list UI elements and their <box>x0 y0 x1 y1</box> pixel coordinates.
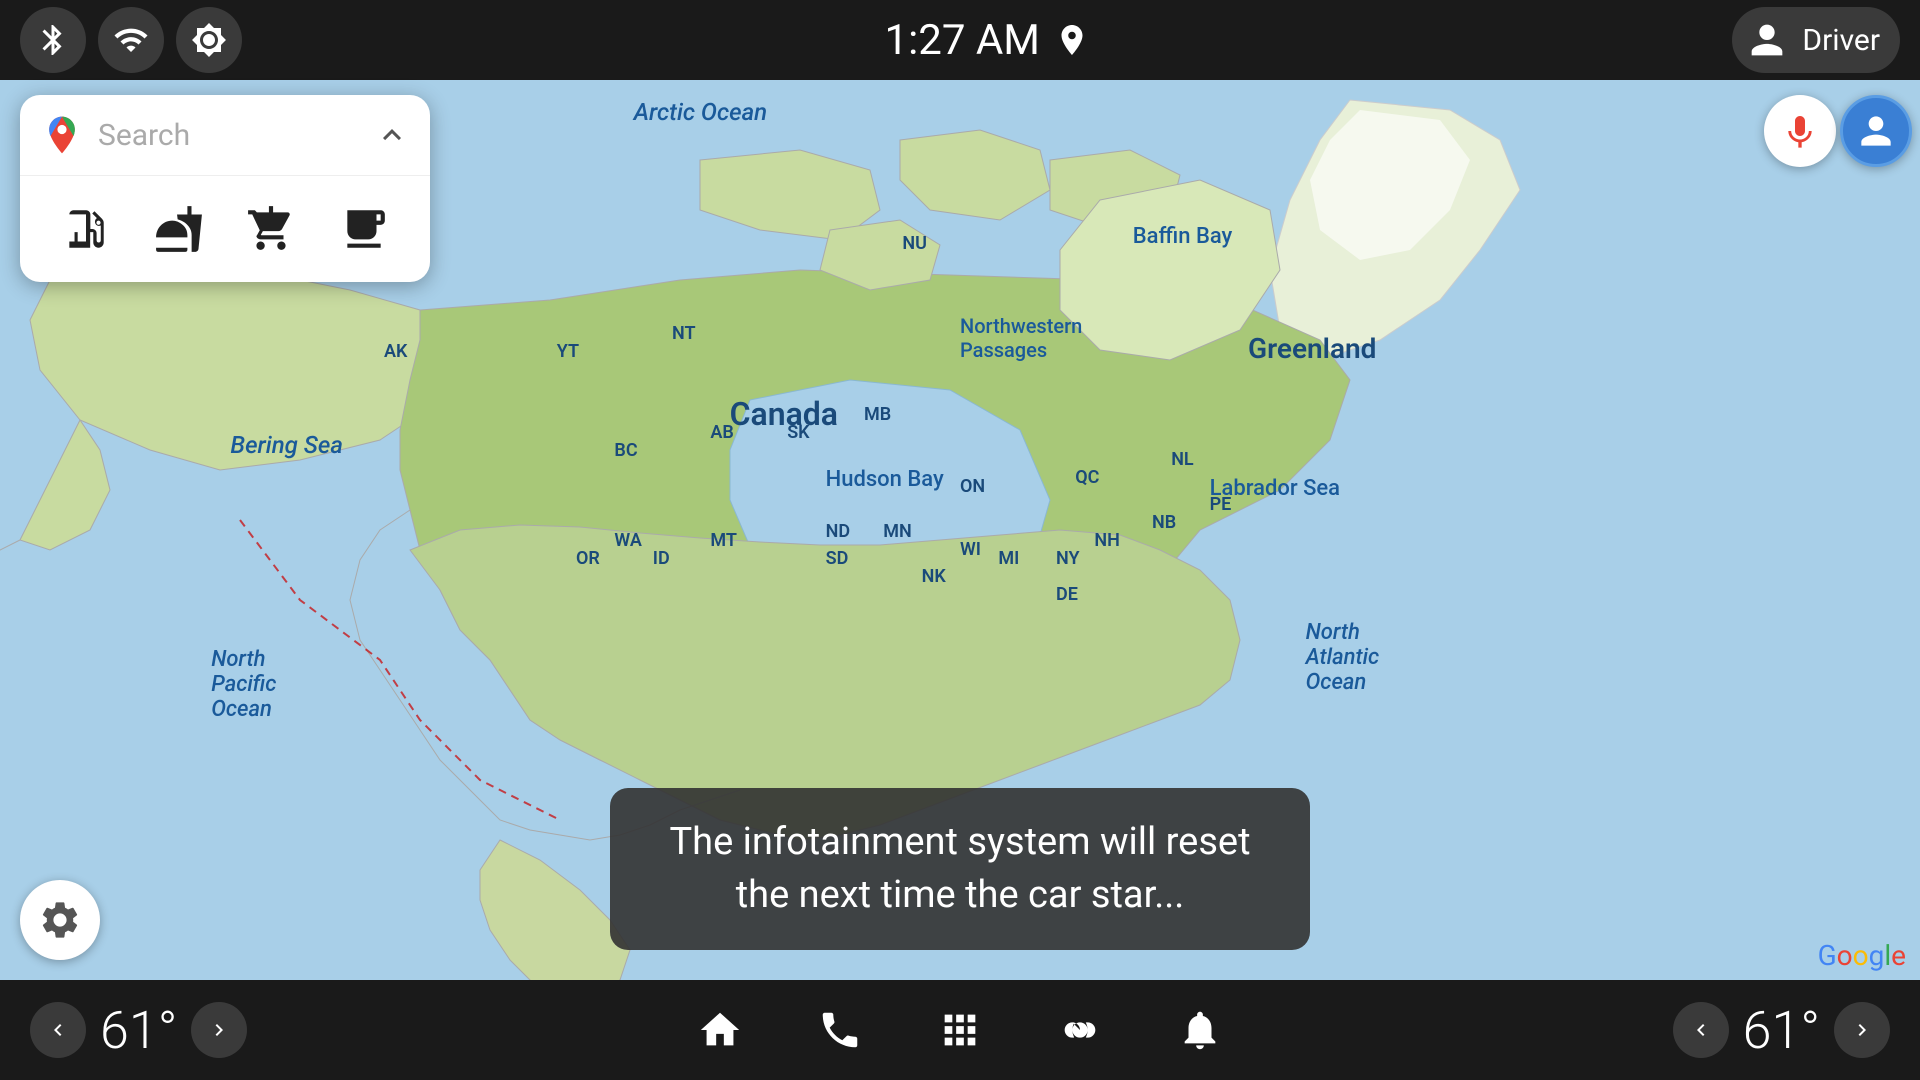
settings-icon <box>38 898 82 942</box>
bottom-nav <box>690 1000 1230 1060</box>
top-right-controls: Driver <box>1732 7 1900 73</box>
maps-logo-icon <box>40 113 84 157</box>
home-icon <box>697 1007 743 1053</box>
fan-icon <box>1057 1007 1103 1053</box>
temp-left-display: 61° <box>100 1000 177 1061</box>
bell-icon <box>1177 1007 1223 1053</box>
coffee-shortcut[interactable] <box>329 194 399 264</box>
mic-button[interactable] <box>1764 95 1836 167</box>
gas-station-shortcut[interactable] <box>51 194 121 264</box>
top-left-controls <box>20 7 242 73</box>
wifi-icon <box>113 22 149 58</box>
restaurant-icon <box>154 204 204 254</box>
search-input[interactable]: Search <box>98 118 360 153</box>
chevron-left-right-icon <box>1689 1018 1713 1042</box>
chevron-up-icon[interactable] <box>374 117 410 153</box>
temp-left-area: 61° <box>30 1000 247 1061</box>
notifications-button[interactable] <box>1170 1000 1230 1060</box>
wifi-button[interactable] <box>98 7 164 73</box>
toast-notification: The infotainment system will reset the n… <box>610 788 1310 950</box>
settings-button[interactable] <box>20 880 100 960</box>
phone-icon <box>817 1007 863 1053</box>
mic-icon <box>1780 111 1820 151</box>
search-shortcuts <box>20 176 430 282</box>
chevron-right-icon <box>207 1018 231 1042</box>
driver-label: Driver <box>1802 23 1880 58</box>
temp-right-decrease-button[interactable] <box>1673 1002 1729 1058</box>
bottom-bar: 61° <box>0 980 1920 1080</box>
location-icon <box>1054 22 1090 58</box>
account-map-icon <box>1854 109 1898 153</box>
bluetooth-button[interactable] <box>20 7 86 73</box>
coffee-icon <box>339 204 389 254</box>
temp-left-decrease-button[interactable] <box>30 1002 86 1058</box>
apps-grid-icon <box>937 1007 983 1053</box>
temp-right-value: 61° <box>1743 1000 1820 1061</box>
google-logo: Google <box>1818 939 1906 972</box>
search-card: Search <box>20 95 430 282</box>
brightness-button[interactable] <box>176 7 242 73</box>
clock: 1:27 AM <box>884 16 1039 65</box>
home-button[interactable] <box>690 1000 750 1060</box>
phone-button[interactable] <box>810 1000 870 1060</box>
chevron-right-right-icon <box>1850 1018 1874 1042</box>
temp-left-value: 61° <box>100 1000 177 1061</box>
grocery-shortcut[interactable] <box>236 194 306 264</box>
restaurant-shortcut[interactable] <box>144 194 214 264</box>
temp-left-increase-button[interactable] <box>191 1002 247 1058</box>
account-map-button[interactable] <box>1840 95 1912 167</box>
climate-button[interactable] <box>1050 1000 1110 1060</box>
search-bar[interactable]: Search <box>20 95 430 176</box>
temp-right-increase-button[interactable] <box>1834 1002 1890 1058</box>
temp-right-display: 61° <box>1743 1000 1820 1061</box>
gas-station-icon <box>61 204 111 254</box>
chevron-left-icon <box>46 1018 70 1042</box>
bluetooth-icon <box>35 22 71 58</box>
apps-button[interactable] <box>930 1000 990 1060</box>
toast-text: The infotainment system will reset the n… <box>669 820 1250 917</box>
temp-right-area: 61° <box>1673 1000 1890 1061</box>
driver-button[interactable]: Driver <box>1732 7 1900 73</box>
grocery-icon <box>246 204 296 254</box>
account-icon <box>1744 17 1790 63</box>
brightness-icon <box>191 22 227 58</box>
top-bar: 1:27 AM Driver <box>0 0 1920 80</box>
top-center: 1:27 AM <box>884 16 1089 65</box>
